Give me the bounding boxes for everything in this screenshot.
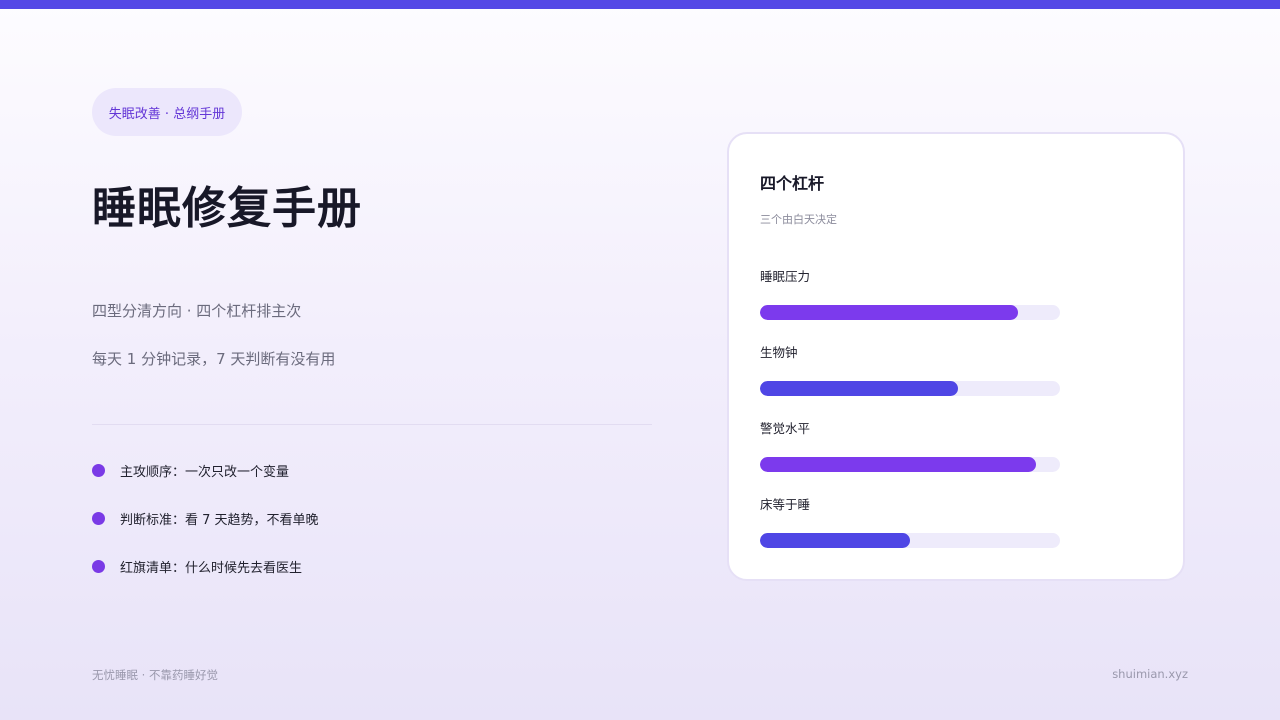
lever-bar-circadian (760, 381, 1060, 396)
bullet-item: 红旗清单：什么时候先去看医生 (92, 557, 302, 576)
footer-website: shuimian.xyz (1112, 667, 1188, 681)
lever-bar-arousal (760, 457, 1060, 472)
lever-fill-arousal (760, 457, 1036, 472)
top-accent-bar (0, 0, 1280, 9)
lever-fill-circadian (760, 381, 958, 396)
card-subtitle: 三个由白天决定 (760, 213, 837, 226)
levers-card: 四个杠杆 三个由白天决定 睡眠压力 生物钟 警觉水平 床等于睡 (727, 132, 1185, 581)
bullet-item: 主攻顺序：一次只改一个变量 (92, 461, 289, 480)
footer-slogan: 无忧睡眠 · 不靠药睡好觉 (92, 668, 218, 682)
category-tag: 失眠改善 · 总纲手册 (92, 88, 242, 136)
bullet-text: 红旗清单：什么时候先去看医生 (120, 561, 303, 576)
bullet-text: 主攻顺序：一次只改一个变量 (120, 465, 290, 480)
lever-fill-sleep-pressure (760, 305, 1018, 320)
bullet-dot-icon (92, 560, 105, 573)
lever-fill-bed-equals-sleep (760, 533, 910, 548)
bullet-text: 判断标准：看 7 天趋势，不看单晚 (120, 513, 319, 528)
section-divider (92, 424, 652, 425)
lever-label-arousal: 警觉水平 (760, 421, 811, 436)
subtitle-line-2: 每天 1 分钟记录，7 天判断有没有用 (92, 350, 336, 368)
lever-label-sleep-pressure: 睡眠压力 (760, 269, 811, 284)
lever-bar-bed-equals-sleep (760, 533, 1060, 548)
subtitle-line-1: 四型分清方向 · 四个杠杆排主次 (92, 302, 302, 320)
lever-label-circadian: 生物钟 (760, 345, 798, 360)
card-title: 四个杠杆 (760, 174, 825, 193)
lever-bar-sleep-pressure (760, 305, 1060, 320)
lever-label-bed-equals-sleep: 床等于睡 (760, 497, 811, 512)
bullet-dot-icon (92, 512, 105, 525)
page-title: 睡眠修复手册 (92, 183, 362, 234)
bullet-item: 判断标准：看 7 天趋势，不看单晚 (92, 509, 319, 528)
bullet-dot-icon (92, 464, 105, 477)
